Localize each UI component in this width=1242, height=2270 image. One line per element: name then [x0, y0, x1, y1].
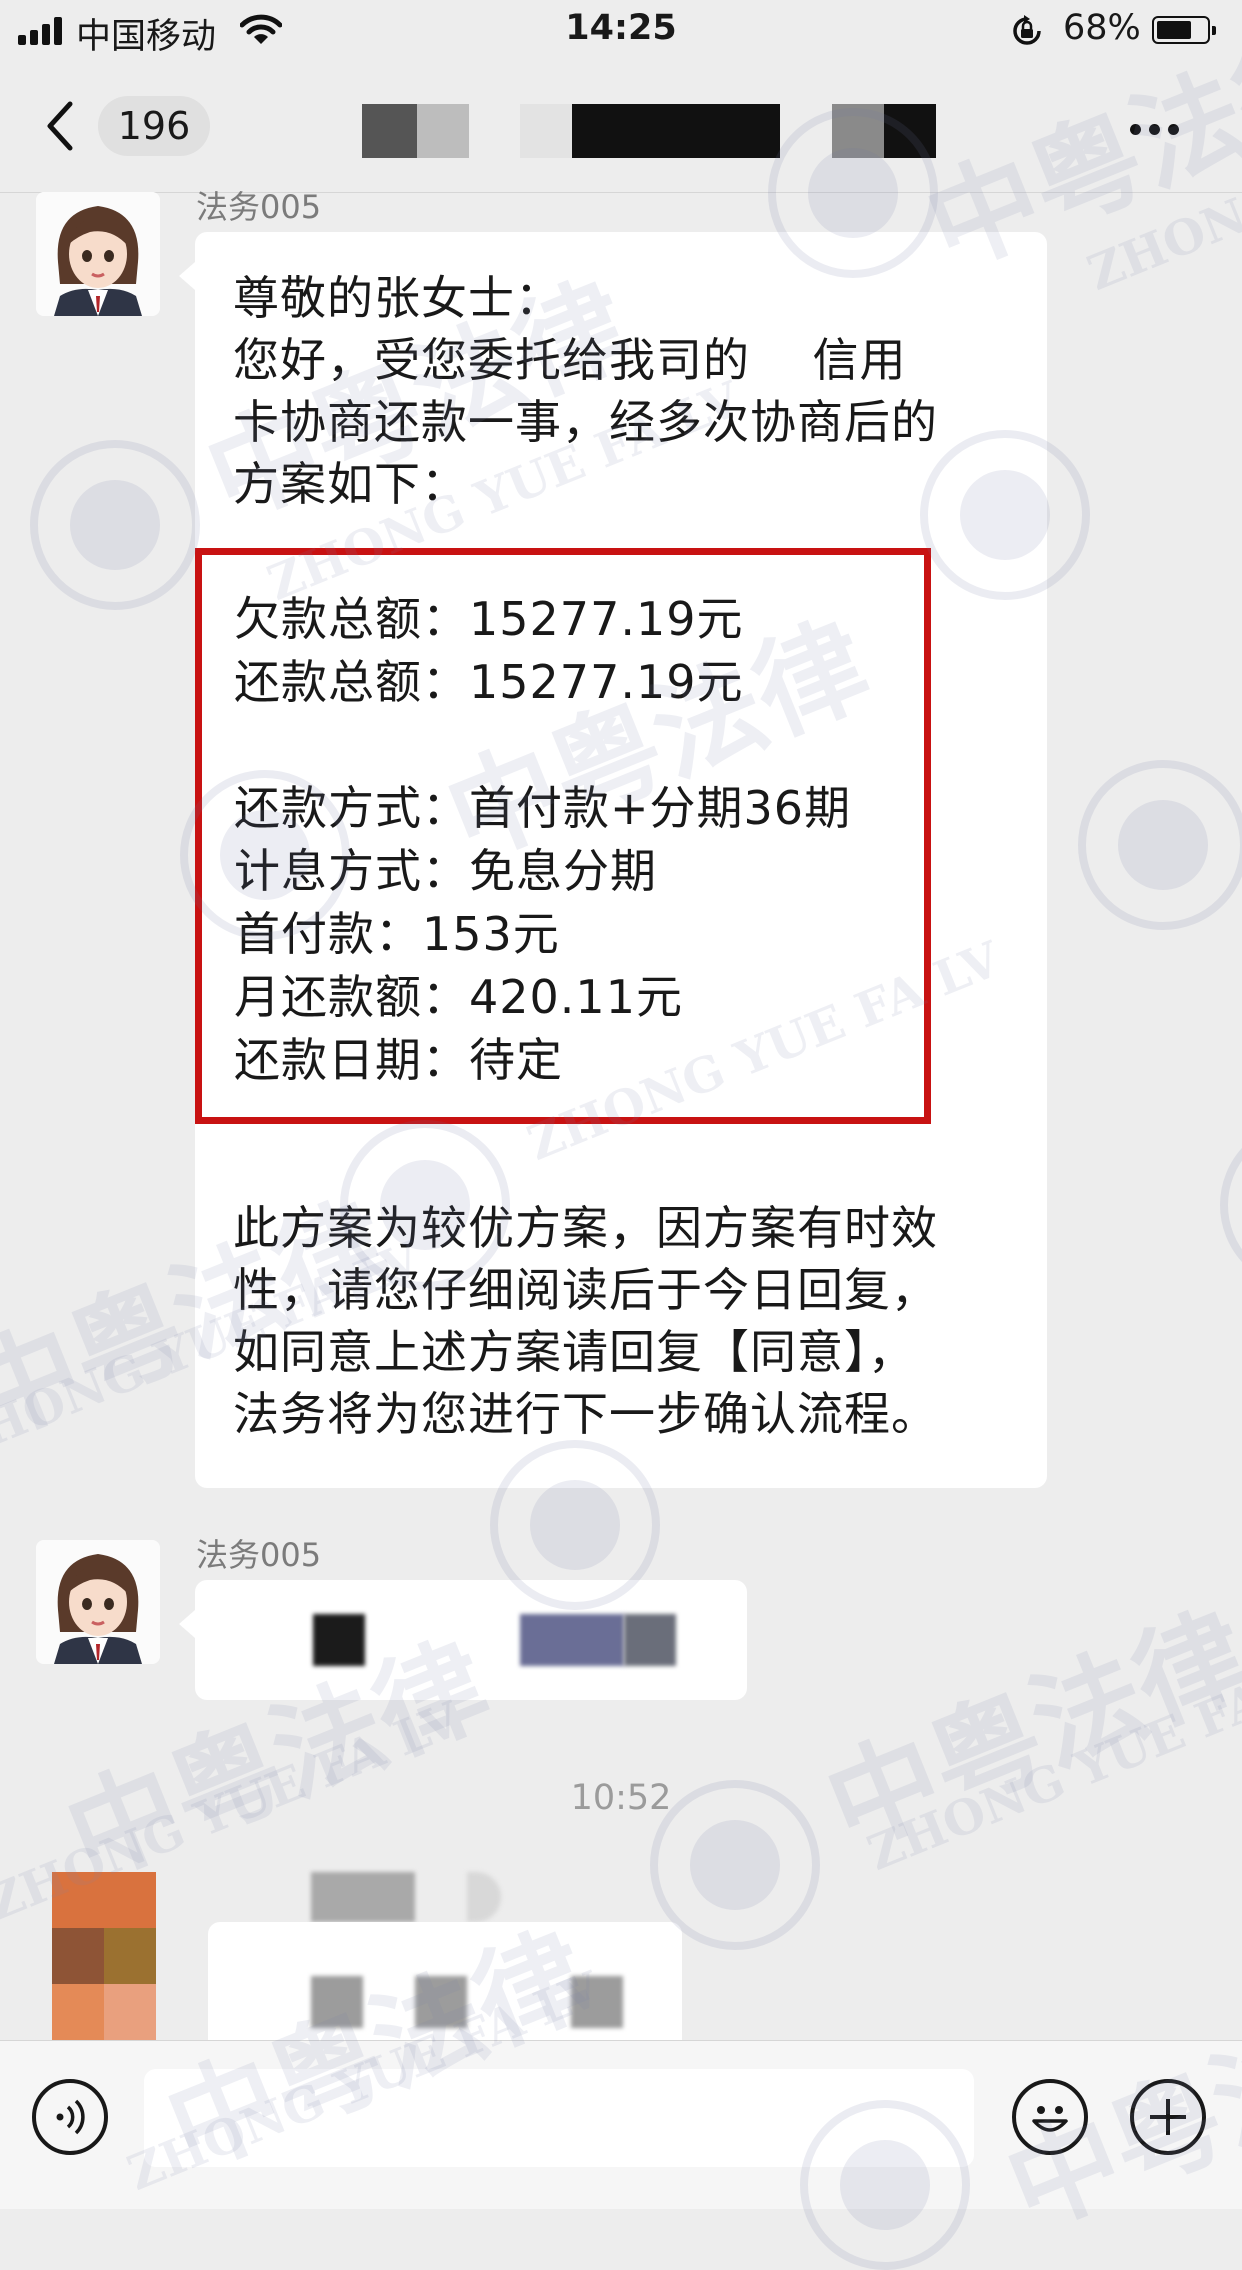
battery-icon — [1152, 16, 1216, 44]
back-chevron-icon[interactable] — [40, 98, 90, 154]
message-bubble-redacted[interactable] — [179, 1580, 747, 1700]
plan-row-repayment-date: 还款日期：待定 — [234, 1033, 563, 1087]
battery-percent: 68% — [1063, 8, 1141, 48]
closing-line: 如同意上述方案请回复【同意】， — [233, 1325, 915, 1379]
plus-icon[interactable] — [1130, 2079, 1206, 2155]
clock: 14:25 — [565, 8, 677, 48]
avatar-redacted[interactable] — [52, 1872, 156, 2040]
chat-header: 196 — [0, 62, 1242, 193]
closing-line: 性，请您仔细阅读后于今日回复， — [233, 1263, 938, 1317]
watermark-brand: 中粤法律 — [809, 1588, 1242, 1873]
greeting-line: 您好，受您委托给我司的 信用 — [233, 333, 907, 387]
plan-row-interest-method: 计息方式：免息分期 — [234, 844, 657, 898]
voice-icon[interactable] — [32, 2079, 108, 2155]
message-bubble-redacted[interactable] — [208, 1922, 682, 2040]
plan-row-monthly-payment: 月还款额：420.11元 — [234, 970, 683, 1024]
plan-row-total-repayment: 还款总额：15277.19元 — [234, 655, 744, 709]
status-bar: 中国移动 14:25 68% — [0, 0, 1242, 62]
avatar[interactable] — [36, 1540, 160, 1664]
sender-name: 法务005 — [196, 188, 322, 226]
plan-highlight-box: 欠款总额：15277.19元 还款总额：15277.19元 还款方式：首付款+分… — [195, 548, 931, 1124]
message-input[interactable] — [144, 2069, 974, 2167]
greeting-line: 方案如下： — [233, 457, 468, 511]
greeting-line: 卡协商还款一事，经多次协商后的 — [233, 395, 938, 449]
plan-row-down-payment: 首付款：153元 — [234, 907, 560, 961]
watermark-brand-en: ZHONG YUE FA LV — [860, 1641, 1242, 1882]
plan-row-repayment-method: 还款方式：首付款+分期36期 — [234, 781, 852, 835]
emoji-icon[interactable] — [1012, 2079, 1088, 2155]
timestamp: 10:52 — [570, 1778, 672, 1818]
greeting-line: 尊敬的张女士： — [233, 271, 562, 325]
closing-line: 此方案为较优方案，因方案有时效 — [233, 1201, 938, 1255]
unread-count-badge[interactable]: 196 — [98, 96, 210, 156]
rotation-lock-icon — [1013, 15, 1041, 45]
sender-name: 法务005 — [196, 1536, 322, 1574]
avatar[interactable] — [36, 192, 160, 316]
input-bar — [0, 2040, 1242, 2209]
closing-line: 法务将为您进行下一步确认流程。 — [233, 1387, 938, 1441]
more-icon[interactable] — [1130, 120, 1187, 139]
plan-row-total-debt: 欠款总额：15277.19元 — [234, 592, 744, 646]
